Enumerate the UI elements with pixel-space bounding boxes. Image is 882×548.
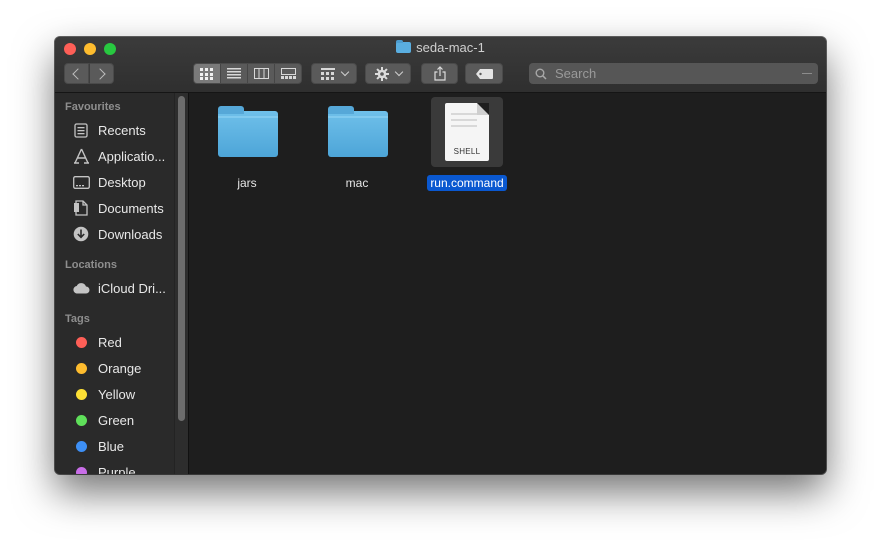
- window-title: seda-mac-1: [55, 40, 826, 56]
- sidebar-item-label: Documents: [98, 200, 164, 216]
- sidebar-item-recents[interactable]: Recents: [71, 119, 173, 141]
- sidebar-item-label: Applicatio...: [98, 148, 166, 164]
- sidebar-item-desktop[interactable]: Desktop: [71, 171, 173, 193]
- gear-icon: [374, 66, 389, 81]
- file-name: run.command: [427, 175, 507, 191]
- window-title-text: seda-mac-1: [416, 40, 485, 55]
- list-view-icon: [227, 68, 241, 79]
- sidebar-item-label: Green: [98, 412, 135, 428]
- sidebar-item-documents[interactable]: Documents: [71, 197, 173, 219]
- sidebar-scrollbar[interactable]: [174, 93, 188, 474]
- favourites-header: Favourites: [65, 101, 121, 113]
- column-view-icon: [253, 68, 269, 79]
- downloads-icon: [71, 226, 91, 242]
- sidebar-item-label: iCloud Dri...: [98, 280, 166, 296]
- search-icon: [535, 68, 547, 80]
- gallery-view-button[interactable]: [275, 64, 301, 83]
- sidebar-item-tag-purple[interactable]: Purple: [71, 461, 173, 474]
- search-field[interactable]: [529, 63, 818, 84]
- view-mode-control: [193, 63, 302, 84]
- folder-icon-wrapper: [321, 97, 393, 167]
- file-type-badge: SHELL: [453, 147, 481, 156]
- sidebar-item-label: Recents: [98, 122, 146, 138]
- sidebar-item-downloads[interactable]: Downloads: [71, 223, 173, 245]
- tag-color-dot: [71, 438, 91, 454]
- action-menu-button[interactable]: [365, 63, 411, 84]
- recents-icon: [71, 122, 91, 138]
- forward-button[interactable]: [89, 63, 114, 84]
- share-icon: [433, 66, 446, 81]
- gallery-view-icon: [280, 68, 296, 79]
- sidebar-item-applications[interactable]: Applicatio...: [71, 145, 173, 167]
- search-field-edge: [802, 73, 812, 74]
- tag-color-dot: [71, 412, 91, 428]
- icon-view-button[interactable]: [194, 64, 221, 83]
- locations-header: Locations: [65, 259, 117, 271]
- sidebar-item-label: Purple: [98, 464, 136, 475]
- column-view-button[interactable]: [248, 64, 275, 83]
- folder-icon: [328, 106, 388, 157]
- sidebar-item-tag-yellow[interactable]: Yellow: [71, 383, 173, 405]
- sidebar-item-label: Red: [98, 334, 122, 350]
- folder-icon: [396, 40, 412, 53]
- tag-icon: [475, 68, 493, 79]
- tag-color-dot: [71, 360, 91, 376]
- file-name: mac: [345, 176, 369, 190]
- sidebar-item-tag-red[interactable]: Red: [71, 331, 173, 353]
- chevron-down-icon: [340, 67, 349, 77]
- sidebar-item-label: Yellow: [98, 386, 136, 402]
- desktop-icon: [71, 174, 91, 190]
- share-button[interactable]: [421, 63, 458, 84]
- chevron-right-icon: [94, 67, 106, 80]
- tag-color-dot: [71, 334, 91, 350]
- search-input[interactable]: [553, 65, 797, 82]
- group-by-button[interactable]: [311, 63, 357, 84]
- tag-color-dot: [71, 386, 91, 402]
- sidebar-item-tag-blue[interactable]: Blue: [71, 435, 173, 457]
- title-bar: seda-mac-1: [55, 37, 826, 93]
- sidebar-item-label: Orange: [98, 360, 142, 376]
- file-item-jars[interactable]: jars: [199, 97, 295, 192]
- sidebar: Favourites Recents Applicatio... Desktop…: [55, 93, 189, 474]
- sidebar-item-tag-orange[interactable]: Orange: [71, 357, 173, 379]
- sidebar-item-label: Desktop: [98, 174, 146, 190]
- folder-icon: [218, 106, 278, 157]
- finder-window: seda-mac-1 Search Favourites Recents App…: [55, 37, 826, 474]
- file-item-mac[interactable]: mac: [309, 97, 405, 192]
- document-icon-wrapper: SHELL: [431, 97, 503, 167]
- sidebar-item-label: Downloads: [98, 226, 163, 242]
- sidebar-scroll-thumb[interactable]: [178, 96, 185, 421]
- sidebar-item-label: Blue: [98, 438, 125, 454]
- edit-tags-button[interactable]: [465, 63, 503, 84]
- sidebar-item-icloud-drive[interactable]: iCloud Dri...: [71, 277, 173, 299]
- file-item-run-command[interactable]: SHELL run.command: [419, 97, 515, 192]
- file-name: jars: [237, 176, 257, 190]
- applications-icon: [71, 148, 91, 164]
- icloud-icon: [71, 280, 91, 296]
- chevron-down-icon: [394, 67, 403, 77]
- list-view-button[interactable]: [221, 64, 248, 83]
- group-grid-icon: [320, 67, 335, 80]
- chevron-left-icon: [72, 67, 84, 80]
- tags-header: Tags: [65, 313, 90, 325]
- back-button[interactable]: [64, 63, 89, 84]
- icon-view-icon: [200, 67, 213, 80]
- sidebar-item-tag-green[interactable]: Green: [71, 409, 173, 431]
- folder-icon-wrapper: [211, 97, 283, 167]
- file-browser-area[interactable]: jars mac SHELL run.command: [189, 93, 826, 474]
- documents-icon: [71, 200, 91, 216]
- tag-color-dot: [71, 464, 91, 474]
- shell-script-icon: SHELL: [445, 103, 489, 161]
